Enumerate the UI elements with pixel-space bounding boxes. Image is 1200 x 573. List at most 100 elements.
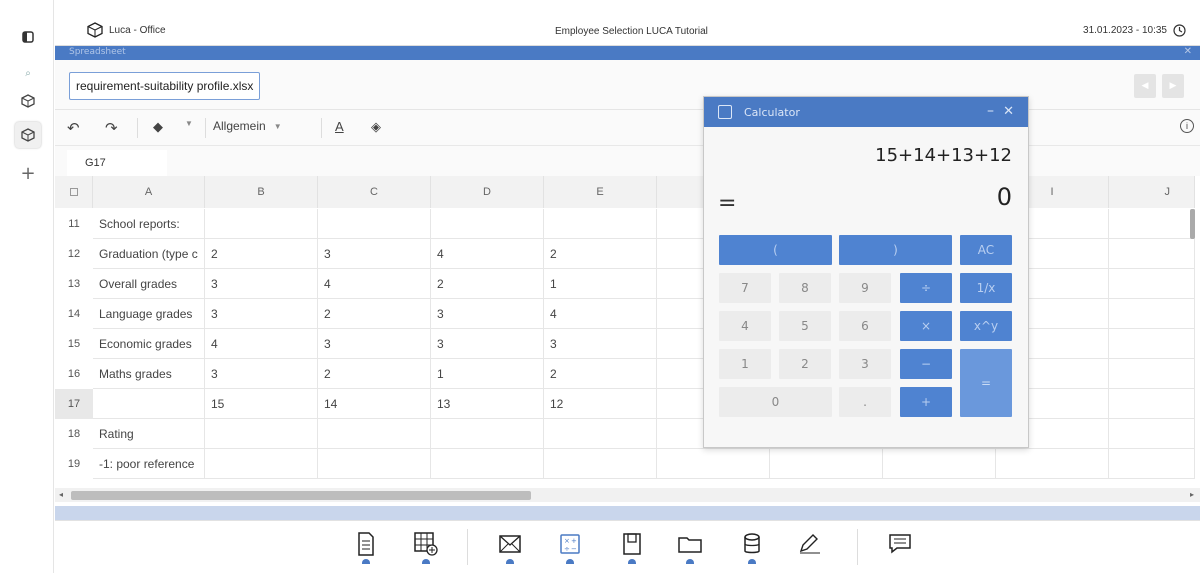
row-header[interactable]: 16 <box>55 359 93 389</box>
minus-button[interactable]: − <box>900 349 952 379</box>
row-header[interactable]: 11 <box>55 209 93 239</box>
table-cell[interactable]: 15 <box>205 389 318 419</box>
table-cell[interactable]: Maths grades <box>93 359 205 389</box>
table-cell[interactable] <box>1109 239 1195 269</box>
table-cell[interactable] <box>1109 269 1195 299</box>
table-cell[interactable]: Language grades <box>93 299 205 329</box>
redo-icon[interactable]: ↷ <box>105 119 118 137</box>
active-module-icon[interactable] <box>15 122 41 148</box>
vertical-scrollbar[interactable] <box>1190 209 1195 239</box>
sidebar-toggle-icon[interactable] <box>15 24 41 50</box>
open-paren-button[interactable]: ( <box>719 235 832 265</box>
add-icon[interactable]: + <box>15 160 41 186</box>
table-cell[interactable]: 3 <box>205 269 318 299</box>
table-cell[interactable]: 4 <box>205 329 318 359</box>
row-header[interactable]: 12 <box>55 239 93 269</box>
table-cell[interactable] <box>544 209 657 239</box>
table-cell[interactable] <box>205 209 318 239</box>
spreadsheet-app-icon[interactable] <box>413 529 439 564</box>
scroll-right-icon[interactable]: ▸ <box>1190 490 1194 499</box>
table-cell[interactable]: 3 <box>431 329 544 359</box>
close-paren-button[interactable]: ) <box>839 235 952 265</box>
table-cell[interactable] <box>431 419 544 449</box>
fill-color-icon[interactable]: ◈ <box>371 119 381 135</box>
table-cell[interactable] <box>544 449 657 479</box>
table-cell[interactable]: 3 <box>544 329 657 359</box>
table-cell[interactable] <box>205 419 318 449</box>
table-cell[interactable] <box>544 419 657 449</box>
multiply-button[interactable]: × <box>900 311 952 341</box>
key-6-button[interactable]: 6 <box>839 311 891 341</box>
table-cell[interactable] <box>93 389 205 419</box>
chevron-down-icon[interactable]: ▼ <box>185 119 193 128</box>
key-5-button[interactable]: 5 <box>779 311 831 341</box>
column-header[interactable]: A <box>93 176 205 208</box>
column-header[interactable]: B <box>205 176 318 208</box>
table-cell[interactable] <box>1109 449 1195 479</box>
table-cell[interactable]: School reports: <box>93 209 205 239</box>
row-header[interactable]: 15 <box>55 329 93 359</box>
key-8-button[interactable]: 8 <box>779 273 831 303</box>
calculator-titlebar[interactable]: Calculator – ✕ <box>704 97 1028 127</box>
mail-icon[interactable] <box>497 529 523 564</box>
close-window-icon[interactable]: ✕ <box>1184 46 1192 57</box>
info-icon[interactable]: i <box>1180 119 1194 133</box>
row-header[interactable]: 17 <box>55 389 93 419</box>
scroll-left-icon[interactable]: ◂ <box>59 490 63 499</box>
prev-sheet-button[interactable]: ◀ <box>1134 74 1156 98</box>
table-cell[interactable]: -1: poor reference <box>93 449 205 479</box>
table-cell[interactable] <box>1109 419 1195 449</box>
table-cell[interactable]: 4 <box>431 239 544 269</box>
table-cell[interactable] <box>318 209 431 239</box>
column-header[interactable]: J <box>1109 176 1195 208</box>
decimal-button[interactable]: . <box>839 387 891 417</box>
chat-icon[interactable] <box>887 529 913 559</box>
table-cell[interactable]: 2 <box>318 359 431 389</box>
key-0-button[interactable]: 0 <box>719 387 832 417</box>
table-cell[interactable]: 3 <box>205 299 318 329</box>
table-cell[interactable]: Graduation (type c <box>93 239 205 269</box>
row-header[interactable]: 14 <box>55 299 93 329</box>
equals-button[interactable]: = <box>960 349 1012 417</box>
divide-button[interactable]: ÷ <box>900 273 952 303</box>
pen-icon[interactable] <box>797 529 823 559</box>
calculator-icon[interactable]: × + ÷ − <box>557 529 583 564</box>
table-cell[interactable] <box>770 449 883 479</box>
minimize-icon[interactable]: – <box>987 103 994 119</box>
table-cell[interactable]: 1 <box>544 269 657 299</box>
key-9-button[interactable]: 9 <box>839 273 891 303</box>
next-sheet-button[interactable]: ▶ <box>1162 74 1184 98</box>
undo-icon[interactable]: ↶ <box>67 119 80 137</box>
table-cell[interactable]: 2 <box>544 239 657 269</box>
table-cell[interactable] <box>318 449 431 479</box>
column-header[interactable]: D <box>431 176 544 208</box>
row-header[interactable]: 18 <box>55 419 93 449</box>
table-cell[interactable]: 4 <box>544 299 657 329</box>
module-icon[interactable] <box>15 88 41 114</box>
table-cell[interactable] <box>1109 209 1195 239</box>
cell-reference-box[interactable]: G17 <box>67 150 167 176</box>
table-cell[interactable] <box>1109 359 1195 389</box>
row-header[interactable]: 13 <box>55 269 93 299</box>
scrollbar-thumb[interactable] <box>71 491 531 500</box>
select-all-corner[interactable] <box>55 176 93 208</box>
key-4-button[interactable]: 4 <box>719 311 771 341</box>
table-cell[interactable]: 3 <box>205 359 318 389</box>
column-header[interactable]: E <box>544 176 657 208</box>
table-cell[interactable]: 3 <box>318 239 431 269</box>
key-2-button[interactable]: 2 <box>779 349 831 379</box>
table-cell[interactable] <box>431 449 544 479</box>
table-cell[interactable]: Overall grades <box>93 269 205 299</box>
column-header[interactable]: C <box>318 176 431 208</box>
clear-button[interactable]: AC <box>960 235 1012 265</box>
plus-button[interactable]: + <box>900 387 952 417</box>
key-3-button[interactable]: 3 <box>839 349 891 379</box>
database-icon[interactable] <box>739 529 765 564</box>
document-icon[interactable] <box>353 529 379 564</box>
table-cell[interactable]: 13 <box>431 389 544 419</box>
number-format-dropdown[interactable]: Allgemein ▼ <box>213 119 282 133</box>
folder-icon[interactable] <box>677 529 703 564</box>
table-cell[interactable] <box>1109 329 1195 359</box>
table-cell[interactable]: 2 <box>318 299 431 329</box>
table-cell[interactable] <box>1109 299 1195 329</box>
